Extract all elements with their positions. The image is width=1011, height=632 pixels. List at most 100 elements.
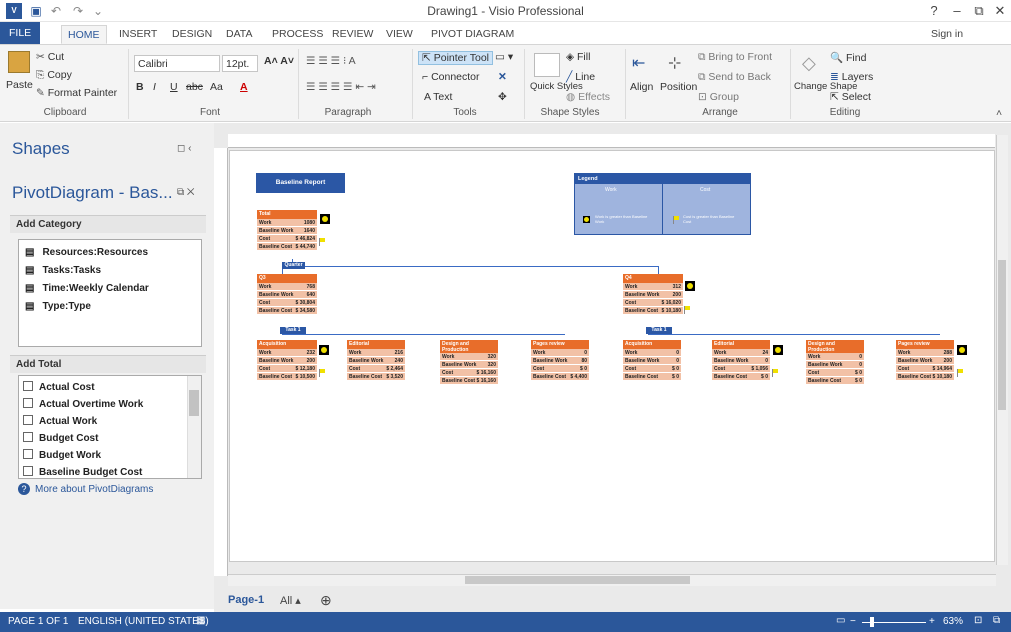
task-node[interactable]: Pages review Work 0 Baseline Work 80 Cost $… (531, 340, 589, 381)
category-item[interactable]: ▤ Resources:Resources (25, 244, 148, 261)
change-case-button[interactable]: Aa (210, 81, 223, 93)
total-item[interactable]: Budget Cost (23, 430, 98, 447)
total-item[interactable]: Budget Work (23, 447, 101, 464)
help-button[interactable]: ? (923, 2, 945, 20)
tab-pivot-diagram[interactable]: PIVOT DIAGRAM (425, 25, 520, 44)
page-indicator[interactable]: PAGE 1 OF 1 (8, 616, 68, 627)
signin-link[interactable]: Sign in (925, 25, 969, 44)
zoom-in-icon[interactable]: + (929, 616, 935, 627)
task-node[interactable]: Design and Production Work 320 Baseline W… (440, 340, 498, 385)
connection-point-icon[interactable]: ✥ (498, 91, 507, 103)
grow-font-icon[interactable]: A˄ A˅ (264, 55, 294, 67)
tab-file[interactable]: FILE (0, 22, 41, 44)
switch-windows-icon[interactable]: ⧉ (993, 615, 1000, 626)
checkbox[interactable] (23, 398, 33, 408)
font-color-button[interactable]: A (240, 81, 248, 93)
restore-button[interactable]: ⧉ (968, 2, 990, 20)
italic-button[interactable]: I (153, 81, 156, 93)
task-label[interactable]: Task 1 (280, 327, 306, 334)
effects-button[interactable]: ◍ Effects (566, 91, 610, 103)
add-page-icon[interactable]: ⊕ (320, 592, 332, 609)
align-top-icon[interactable]: ☰ ☰ ☰ ⁝ A (306, 55, 356, 67)
category-item[interactable]: ▤ Tasks:Tasks (25, 262, 101, 279)
tab-data[interactable]: DATA (220, 25, 258, 44)
strikethrough-button[interactable]: abc (186, 81, 203, 93)
quick-styles-icon[interactable] (534, 53, 560, 77)
close-button[interactable]: ✕ (989, 2, 1011, 20)
layers-button[interactable]: ≣ Layers (830, 71, 873, 83)
checkbox[interactable] (23, 381, 33, 391)
position-button[interactable]: Position (660, 81, 697, 93)
fit-page-icon[interactable]: ⊡ (974, 615, 982, 626)
legend[interactable]: Legend Work Cost Work is greater than Ba… (574, 173, 751, 235)
find-button[interactable]: 🔍 Find (830, 51, 866, 64)
task-node[interactable]: Acquisition Work 232 Baseline Work 200 Cos… (257, 340, 317, 381)
page-tab[interactable]: Page-1 (228, 594, 264, 606)
paste-icon[interactable] (8, 51, 30, 73)
align-button[interactable]: Align (630, 81, 653, 93)
vertical-scrollbar-thumb[interactable] (998, 260, 1006, 410)
task-node[interactable]: Acquisition Work 0 Baseline Work 0 Cost $ 0… (623, 340, 681, 381)
text-tool-button[interactable]: A Text (424, 91, 452, 103)
all-pages-tab[interactable]: All ▴ (280, 594, 301, 607)
report-title[interactable]: Baseline Report (256, 173, 345, 193)
stencil-close-icon[interactable]: ⧉ ✕ (177, 187, 195, 198)
checkbox[interactable] (23, 466, 33, 476)
zoom-level[interactable]: 63% (943, 616, 963, 627)
tab-review[interactable]: REVIEW (326, 25, 379, 44)
bring-to-front-button[interactable]: ⧉ Bring to Front (698, 51, 772, 64)
tab-view[interactable]: VIEW (380, 25, 419, 44)
presentation-icon[interactable]: ▭ (836, 615, 845, 626)
tab-insert[interactable]: INSERT (113, 25, 163, 44)
send-to-back-button[interactable]: ⧉ Send to Back (698, 71, 771, 84)
language-indicator[interactable]: ENGLISH (UNITED STATES) (78, 616, 209, 627)
category-item[interactable]: ▤ Time:Weekly Calendar (25, 280, 149, 297)
connector-button[interactable]: ⌐ Connector (422, 71, 480, 83)
minimize-button[interactable]: – (946, 2, 968, 20)
task-node[interactable]: Pages review Work 288 Baseline Work 200 Co… (896, 340, 954, 381)
total-item[interactable]: Actual Cost (23, 379, 95, 396)
task-node[interactable]: Editorial Work 216 Baseline Work 240 Cost $… (347, 340, 405, 381)
pane-minimize-icon[interactable]: ◻ ‹ (177, 143, 191, 154)
fill-button[interactable]: ◈ Fill (566, 51, 590, 63)
pointer-tool-button[interactable]: ⇱ Pointer Tool (418, 51, 493, 65)
total-item[interactable]: Baseline Budget Cost (23, 464, 142, 478)
q4-node[interactable]: Q4 Work 312 Baseline Work 200 Cost $ 16,020… (623, 274, 683, 315)
quarter-label[interactable]: Quarter (282, 262, 305, 269)
total-item[interactable]: Actual Overtime Work (23, 396, 143, 413)
total-node[interactable]: Total Work 1080 Baseline Work 1640 Cost $ 4… (257, 210, 317, 251)
scrollbar-thumb[interactable] (189, 390, 199, 416)
close-tool-icon[interactable]: ✕ (498, 71, 507, 83)
bold-button[interactable]: B (136, 81, 144, 93)
font-family-dropdown[interactable]: Calibri (134, 55, 220, 72)
copy-button[interactable]: ⎘ Copy (36, 69, 72, 82)
zoom-slider-thumb[interactable] (870, 617, 874, 627)
help-link[interactable]: ? More about PivotDiagrams (18, 483, 153, 495)
underline-button[interactable]: U (170, 81, 178, 93)
checkbox[interactable] (23, 415, 33, 425)
paste-button[interactable]: Paste (6, 79, 33, 91)
select-button[interactable]: ⇱ Select (830, 91, 871, 103)
task-node[interactable]: Editorial Work 24 Baseline Work 0 Cost $ 1,… (712, 340, 770, 381)
total-item[interactable]: Actual Work (23, 413, 97, 430)
q3-node[interactable]: Q3 Work 768 Baseline Work 640 Cost $ 30,804… (257, 274, 317, 315)
macro-icon[interactable]: ▦ (196, 615, 205, 626)
line-button[interactable]: ╱ Line (566, 71, 595, 83)
category-item[interactable]: ▤ Type:Type (25, 298, 91, 315)
format-painter-button[interactable]: ✎ Format Painter (36, 87, 117, 99)
horizontal-scrollbar-thumb[interactable] (465, 576, 690, 584)
checkbox[interactable] (23, 449, 33, 459)
align-left-icon[interactable]: ☰ ☰ ☰ ☰ ⇤ ⇥ (306, 81, 376, 93)
font-size-dropdown[interactable]: 12pt. (222, 55, 258, 72)
tab-process[interactable]: PROCESS (266, 25, 329, 44)
task-label[interactable]: Task 1 (646, 327, 672, 334)
group-button[interactable]: ⊡ Group (698, 91, 739, 103)
task-node[interactable]: Design and Production Work 0 Baseline Wor… (806, 340, 864, 385)
checkbox[interactable] (23, 432, 33, 442)
cut-button[interactable]: ✂ Cut (36, 51, 64, 63)
tab-design[interactable]: DESIGN (166, 25, 218, 44)
zoom-out-icon[interactable]: − (850, 616, 856, 627)
tab-home[interactable]: HOME (61, 25, 107, 44)
collapse-ribbon-icon[interactable]: ˄ (996, 107, 1002, 119)
rectangle-tool-icon[interactable]: ▭ ▾ (495, 51, 513, 63)
